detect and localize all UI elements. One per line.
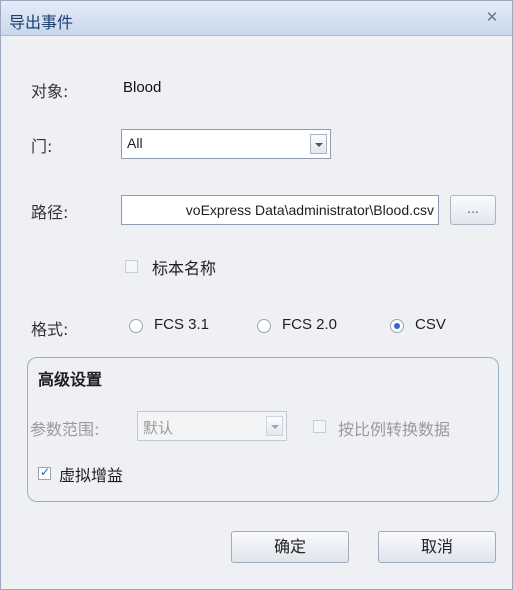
advanced-settings-group: 高级设置 参数范围: 默认 按比例转换数据 ✓ 虚拟增益 (27, 357, 499, 502)
dialog-title: 导出事件 (9, 13, 74, 32)
scale-data-checkbox[interactable] (313, 420, 326, 433)
advanced-settings-title: 高级设置 (38, 370, 103, 389)
gate-value: All (127, 135, 143, 151)
object-value: Blood (123, 79, 162, 96)
param-range-label: 参数范围: (30, 420, 100, 439)
close-icon[interactable]: ✕ (484, 9, 500, 25)
export-events-dialog: 导出事件 ✕ 对象: Blood 门: All 路径: voExpress Da… (0, 0, 513, 590)
gate-label: 门: (31, 137, 53, 156)
chevron-down-icon[interactable] (266, 416, 283, 436)
dialog-content: 对象: Blood 门: All 路径: voExpress Data\admi… (1, 36, 512, 589)
chevron-down-icon[interactable] (310, 134, 327, 154)
radio-selected-dot (394, 323, 400, 329)
object-label: 对象: (31, 82, 69, 101)
cancel-button[interactable]: 取消 (378, 531, 496, 563)
param-range-dropdown[interactable]: 默认 (137, 411, 287, 441)
title-bar: 导出事件 ✕ (1, 1, 512, 36)
gate-dropdown[interactable]: All (121, 129, 331, 159)
format-label: 格式: (31, 320, 69, 339)
param-range-value: 默认 (143, 419, 174, 437)
format-radio-fcs20[interactable] (257, 319, 271, 333)
format-label-fcs31: FCS 3.1 (154, 316, 210, 333)
virtual-gain-label: 虚拟增益 (59, 466, 124, 485)
format-label-fcs20: FCS 2.0 (282, 316, 338, 333)
checkmark-icon: ✓ (40, 465, 51, 479)
path-value: voExpress Data\administrator\Blood.csv (185, 202, 434, 218)
format-label-csv: CSV (415, 316, 446, 333)
ok-button[interactable]: 确定 (231, 531, 349, 563)
format-radio-csv[interactable] (390, 319, 404, 333)
scale-data-label: 按比例转换数据 (338, 420, 451, 439)
format-radio-fcs31[interactable] (129, 319, 143, 333)
sample-name-checkbox[interactable] (125, 260, 138, 273)
virtual-gain-checkbox[interactable]: ✓ (38, 465, 51, 480)
sample-name-label: 标本名称 (152, 259, 217, 278)
browse-button[interactable]: ... (450, 195, 496, 225)
path-label: 路径: (31, 203, 69, 222)
path-input[interactable]: voExpress Data\administrator\Blood.csv (121, 195, 439, 225)
